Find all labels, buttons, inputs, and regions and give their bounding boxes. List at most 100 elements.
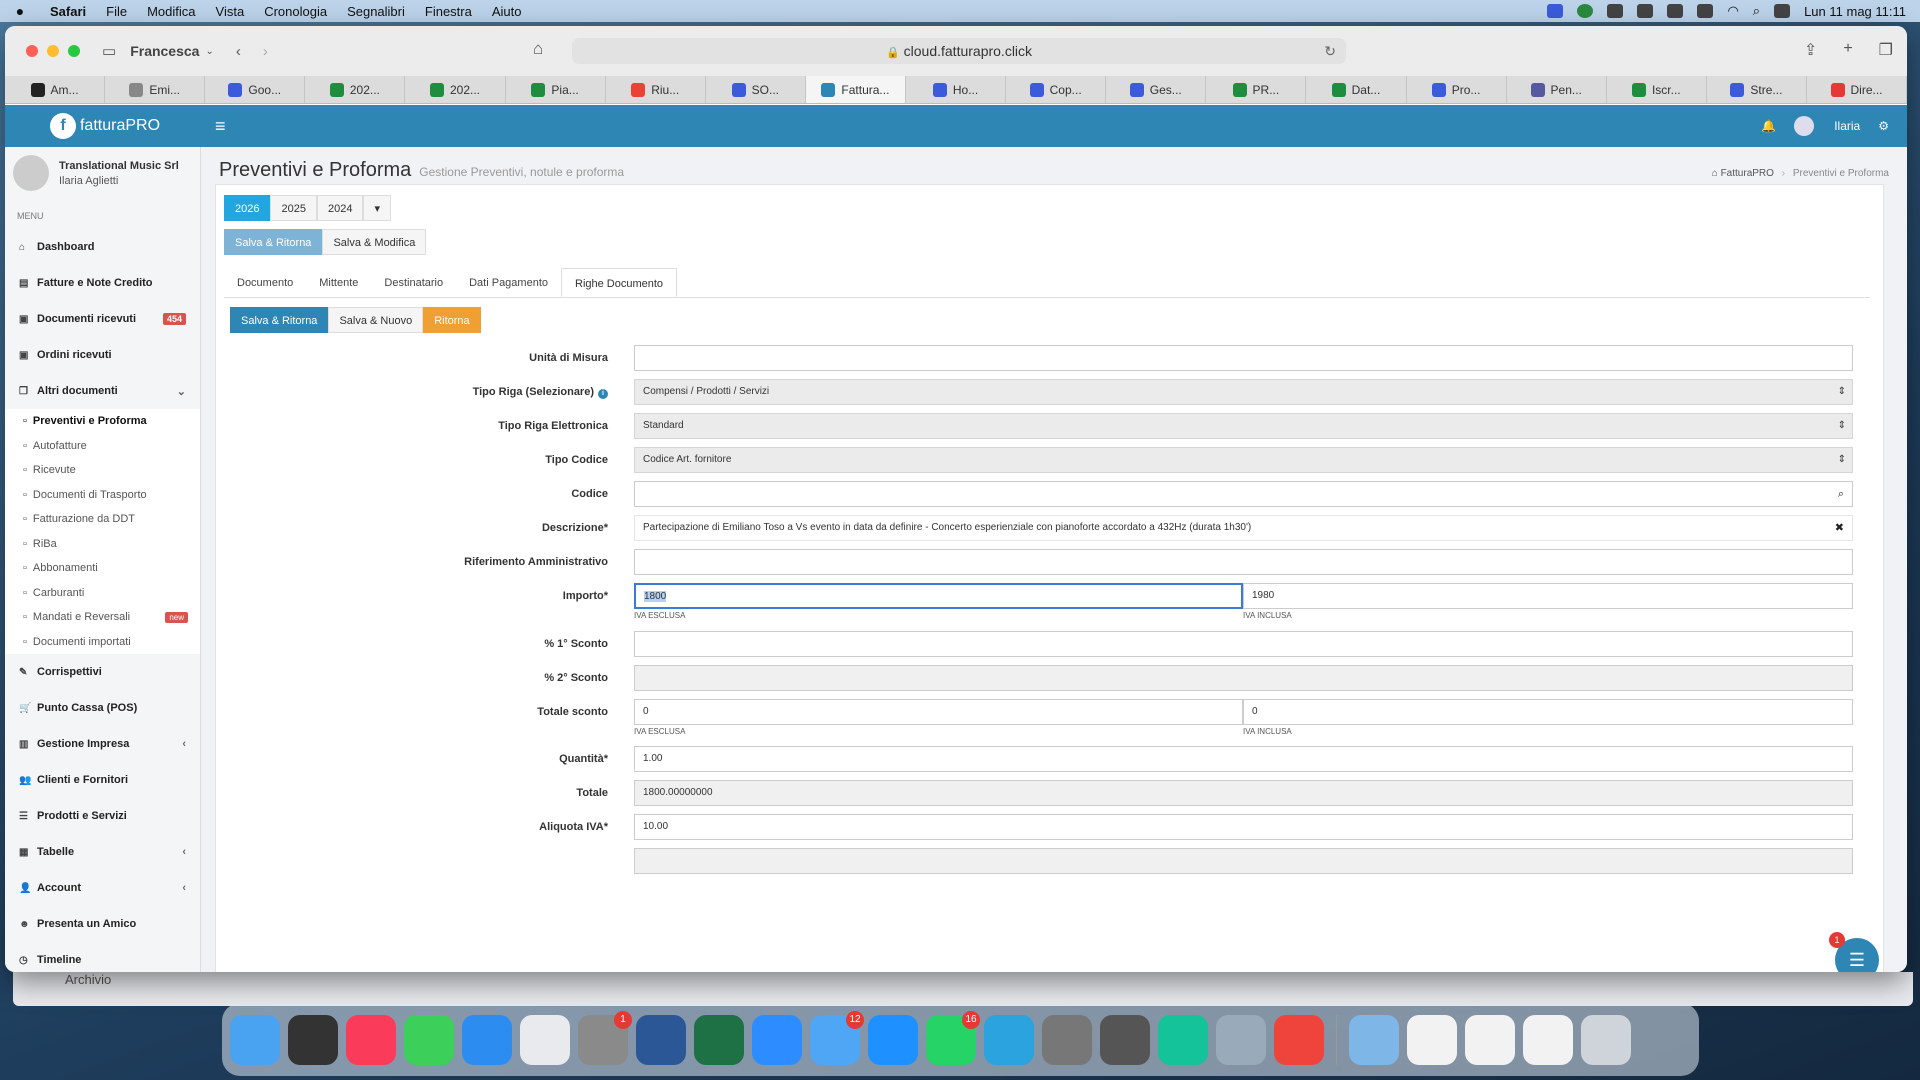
close-window-button[interactable] <box>26 45 38 57</box>
tab-documento[interactable]: Documento <box>224 268 306 297</box>
codice-input[interactable]: ⌕ <box>634 481 1853 507</box>
totale-sconto-iva-inclusa-input[interactable]: 0 <box>1243 699 1853 725</box>
menu-vista[interactable]: Vista <box>206 4 255 19</box>
submenu-item[interactable]: ▫ Documenti importati <box>5 630 200 655</box>
menu-aiuto[interactable]: Aiuto <box>482 4 532 19</box>
save-new-button[interactable]: Salva & Nuovo <box>328 307 424 333</box>
new-tab-icon[interactable]: + <box>1843 40 1852 60</box>
submenu-item[interactable]: ▫ Abbonamenti <box>5 556 200 581</box>
save-return-top-button[interactable]: Salva & Ritorna <box>224 229 323 255</box>
tab-dati-pagamento[interactable]: Dati Pagamento <box>456 268 561 297</box>
tab-overview-icon[interactable]: ❐ <box>1879 40 1893 60</box>
menu-file[interactable]: File <box>96 4 137 19</box>
browser-tab[interactable]: Pro... <box>1407 76 1507 103</box>
back-icon[interactable]: ‹ <box>236 43 241 60</box>
year-2024-button[interactable]: 2024 <box>316 195 364 221</box>
share-icon[interactable]: ⇪ <box>1804 40 1817 60</box>
apple-icon[interactable]: ● <box>0 3 40 19</box>
browser-tab[interactable]: Am... <box>5 76 106 103</box>
user-avatar[interactable] <box>1794 116 1815 136</box>
sidebar-item[interactable]: ▤ Fatture e Note Credito <box>5 265 200 301</box>
year-2026-button[interactable]: 2026 <box>224 195 271 221</box>
sidebar-item[interactable]: ☰ Prodotti e Servizi <box>5 798 200 834</box>
reload-icon[interactable]: ↻ <box>1324 38 1336 64</box>
riferimento-input[interactable] <box>634 549 1853 575</box>
window-thumb-3-icon[interactable] <box>1523 1014 1573 1065</box>
window-thumb-2-icon[interactable] <box>1465 1014 1515 1065</box>
menu-finestra[interactable]: Finestra <box>415 4 482 19</box>
importo-input[interactable]: 1800 <box>634 583 1243 609</box>
app-logo[interactable]: f fatturaPRO <box>5 113 205 139</box>
browser-tab[interactable]: Iscr... <box>1607 76 1707 103</box>
breadcrumb-home[interactable]: FatturaPRO <box>1721 168 1774 179</box>
sidebar-item[interactable]: ⌂ Dashboard <box>5 229 200 265</box>
notification-count-icon[interactable] <box>1667 4 1684 18</box>
back-button[interactable]: Ritorna <box>423 307 481 333</box>
telegram-icon[interactable] <box>984 1014 1034 1065</box>
bell-icon[interactable]: 🔔 <box>1761 119 1776 133</box>
browser-tab[interactable]: Cop... <box>1006 76 1107 103</box>
spotlight-icon[interactable]: ⌕ <box>1753 3 1760 19</box>
mail-icon[interactable]: 12 <box>810 1010 864 1065</box>
user-name[interactable]: Ilaria <box>1834 119 1860 133</box>
menu-modifica[interactable]: Modifica <box>137 4 205 19</box>
sidebar-item[interactable]: ▣ Ordini ricevuti <box>5 337 200 373</box>
browser-tab[interactable]: Ho... <box>906 76 1007 103</box>
browser-tab[interactable]: PR... <box>1206 76 1307 103</box>
trash-icon[interactable] <box>1581 1014 1631 1065</box>
browser-tab[interactable]: Ges... <box>1106 76 1207 103</box>
save-edit-button[interactable]: Salva & Modifica <box>322 229 427 255</box>
tab-righe-documento[interactable]: Righe Documento <box>561 268 678 297</box>
year-dropdown-caret-icon[interactable]: ▾ <box>363 195 391 221</box>
preview-icon[interactable] <box>1216 1014 1266 1065</box>
browser-tab[interactable]: Pia... <box>506 76 606 103</box>
menubar-clock[interactable]: Lun 11 mag 11:11 <box>1804 4 1906 19</box>
sidebar-item[interactable]: ✎ Corrispettivi <box>5 654 200 690</box>
browser-tab[interactable]: Goo... <box>205 76 306 103</box>
whatsapp-icon[interactable]: 16 <box>926 1010 980 1065</box>
year-2025-button[interactable]: 2025 <box>270 195 317 221</box>
sidebar-item[interactable]: ◷ Timeline <box>5 942 200 972</box>
submenu-item[interactable]: ▫ Ricevute <box>5 458 200 483</box>
menu-app[interactable]: Safari <box>40 4 96 19</box>
photo-booth-icon[interactable] <box>1100 1014 1150 1065</box>
descrizione-input[interactable]: Partecipazione di Emiliano Toso a Vs eve… <box>634 515 1853 541</box>
submenu-item[interactable]: ▫ Documenti di Trasporto <box>5 483 200 508</box>
printer-icon[interactable] <box>1042 1014 1092 1065</box>
browser-tab[interactable]: 202... <box>305 76 406 103</box>
finder-icon[interactable] <box>230 1014 280 1065</box>
info-icon[interactable]: i <box>598 389 608 399</box>
browser-tab[interactable]: Fattura... <box>805 76 906 103</box>
sidebar-item[interactable]: ▣ Documenti ricevuti 454 <box>5 301 200 337</box>
grammarly-icon[interactable] <box>1158 1014 1208 1065</box>
sidebar-item[interactable]: 🛒 Punto Cassa (POS) <box>5 690 200 726</box>
tipo-riga-elettronica-select[interactable]: Standard <box>634 413 1853 439</box>
browser-tab[interactable]: Riu... <box>606 76 706 103</box>
app-store-icon[interactable] <box>868 1014 918 1065</box>
profile-selector[interactable]: Francesca <box>130 43 199 59</box>
browser-tab[interactable]: Dire... <box>1807 76 1907 103</box>
address-bar[interactable]: 🔒 cloud.fatturapro.click ↻ <box>572 38 1346 64</box>
battery-icon[interactable] <box>1697 4 1714 18</box>
screen-icon[interactable] <box>1547 4 1564 18</box>
clear-icon[interactable]: ✖ <box>1835 516 1844 540</box>
folder-icon[interactable] <box>1349 1014 1399 1065</box>
tab-destinatario[interactable]: Destinatario <box>371 268 456 297</box>
sidebar-toggle-icon[interactable]: ▭ <box>102 42 116 60</box>
tab-mittente[interactable]: Mittente <box>306 268 371 297</box>
forward-icon[interactable]: › <box>263 43 268 60</box>
chevron-down-icon[interactable]: ⌄ <box>205 46 213 57</box>
menu-cronologia[interactable]: Cronologia <box>254 4 337 19</box>
menu-segnalibri[interactable]: Segnalibri <box>337 4 415 19</box>
excel-icon[interactable] <box>694 1014 744 1065</box>
music-icon[interactable] <box>346 1014 396 1065</box>
keychain-icon[interactable] <box>288 1014 338 1065</box>
sidebar-item[interactable]: ❐ Altri documenti ⌄ <box>5 373 200 409</box>
submenu-item[interactable]: ▫ RiBa <box>5 532 200 557</box>
tipo-riga-select[interactable]: Compensi / Prodotti / Servizi <box>634 379 1853 405</box>
submenu-item[interactable]: ▫ Carburanti <box>5 581 200 606</box>
settings-icon[interactable]: 1 <box>578 1010 632 1065</box>
browser-tab[interactable]: SO... <box>706 76 806 103</box>
browser-tab[interactable]: Pen... <box>1507 76 1607 103</box>
zoom-icon[interactable] <box>752 1014 802 1065</box>
